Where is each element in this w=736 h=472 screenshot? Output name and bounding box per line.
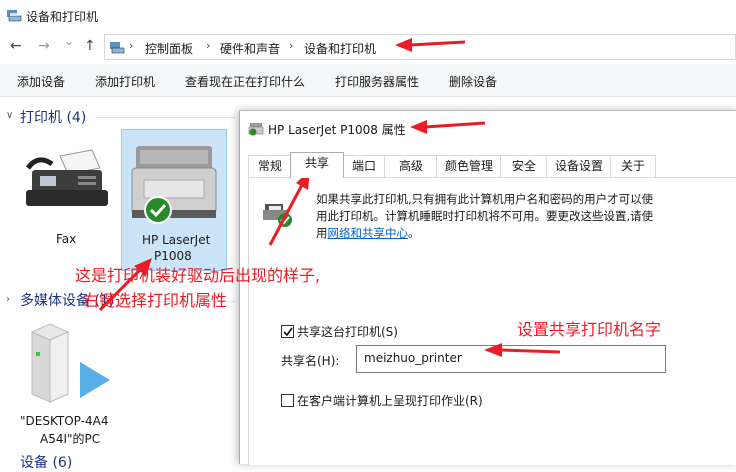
arrow-to-breadcrumb xyxy=(395,38,466,52)
annotation-share-name-note: 设置共享打印机名字 xyxy=(517,320,662,339)
arrow-to-sharing-tab xyxy=(268,170,310,246)
arrow-to-share-name xyxy=(484,343,561,357)
annotation-arrows xyxy=(98,38,561,357)
tab-sharing[interactable]: 共享 xyxy=(290,152,344,178)
annotation-note-line2: 右键选择打印机属性 xyxy=(83,291,228,310)
annotation-note-line1: 这是打印机装好驱动后出现的样子, xyxy=(75,266,321,285)
arrow-to-dialog-title xyxy=(410,120,486,134)
